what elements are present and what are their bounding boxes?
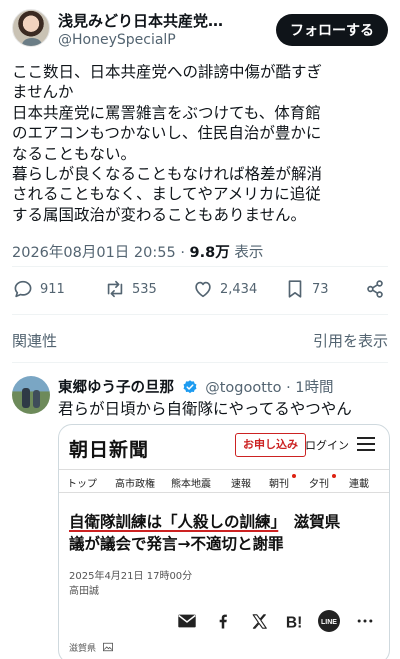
- bookmark-count: 73: [312, 281, 329, 297]
- news-nav-item: 高市政権: [115, 479, 155, 490]
- news-nav-bar: トップ 高市政権 熊本地震 速報 朝刊 夕刊 連載: [59, 469, 389, 493]
- tweet-meta: 2026年08月01日 20:55 · 9.8万 表示: [12, 241, 263, 262]
- author-avatar[interactable]: [12, 9, 50, 47]
- image-icon: [102, 642, 113, 652]
- verified-badge-icon: [183, 380, 197, 394]
- news-nav-item: 速報: [231, 479, 251, 490]
- line-icon: LINE: [317, 609, 341, 633]
- x-icon: [247, 609, 271, 633]
- divider: [12, 362, 388, 363]
- update-dot-icon: [292, 474, 296, 478]
- hatena-icon: B!: [283, 609, 307, 633]
- reply-icon: [14, 280, 32, 298]
- view-count: 9.8万: [189, 245, 230, 261]
- divider: [12, 266, 388, 267]
- hamburger-menu-icon: [357, 437, 375, 451]
- svg-text:LINE: LINE: [321, 619, 337, 626]
- update-dot-icon: [332, 474, 336, 478]
- divider: [12, 314, 388, 315]
- news-screenshot-card[interactable]: 朝日新聞 お申し込み ログイン トップ 高市政権 熊本地震 速報 朝刊 夕刊 連…: [58, 424, 390, 659]
- article-headline: 自衛隊訓練は「人殺しの訓練」 滋賀県 議が議会で発言→不適切と謝罪: [69, 511, 383, 555]
- follow-button[interactable]: フォローする: [276, 14, 388, 46]
- article-tag-label: 滋賀県: [69, 644, 97, 654]
- author-name[interactable]: 浅見みどり日本共産党…: [58, 10, 258, 31]
- views-label: 表示: [234, 245, 264, 261]
- bookmark-icon: [288, 280, 302, 298]
- reply-count: 911: [40, 281, 65, 297]
- headline-line-1-tail: 滋賀県: [278, 513, 341, 531]
- reply-author-handle[interactable]: @togootto: [205, 380, 281, 396]
- article-tag: 滋賀県: [69, 641, 113, 654]
- meta-separator: ·: [180, 245, 185, 261]
- like-button[interactable]: 2,434: [192, 276, 257, 302]
- reply-text: 君らが日頃から自衛隊にやってるやつやん: [58, 400, 352, 418]
- action-bar: 911 535 2,434 73: [12, 276, 388, 302]
- subscribe-button: お申し込み: [235, 433, 306, 457]
- news-nav-item: 連載: [349, 479, 369, 490]
- heart-icon: [195, 281, 211, 298]
- tweet-header: 浅見みどり日本共産党… @HoneySpecialP フォローする: [12, 8, 388, 52]
- reply-time[interactable]: · 1時間: [286, 380, 333, 396]
- tweet-timestamp[interactable]: 2026年08月01日 20:55: [12, 245, 176, 261]
- newspaper-logo: 朝日新聞: [69, 439, 150, 461]
- bookmark-button[interactable]: 73: [284, 276, 329, 302]
- headline-line-2: 議が議会で発言→不適切と謝罪: [69, 535, 284, 553]
- facebook-icon: [211, 609, 235, 633]
- svg-text:B!: B!: [286, 614, 302, 631]
- share-icon: [367, 280, 383, 298]
- retweet-button[interactable]: 535: [104, 276, 157, 302]
- related-heading[interactable]: 関連性: [12, 330, 57, 351]
- article-author: 高田誠: [69, 586, 99, 597]
- news-nav-item: 夕刊: [309, 479, 329, 490]
- news-nav-item: 朝刊: [269, 479, 289, 490]
- more-icon: [353, 609, 377, 633]
- reply-author-name[interactable]: 東郷ゆう子の旦那: [58, 380, 174, 396]
- author-handle[interactable]: @HoneySpecialP: [58, 32, 176, 48]
- reply-header: 東郷ゆう子の旦那 @togootto · 1時間: [58, 376, 334, 397]
- like-count: 2,434: [220, 281, 258, 297]
- article-date: 2025年4月21日 17時00分: [69, 571, 193, 582]
- share-button[interactable]: [364, 276, 392, 302]
- view-quotes-link[interactable]: 引用を表示: [313, 330, 388, 351]
- reply-avatar[interactable]: [12, 376, 50, 414]
- news-nav-item: トップ: [67, 479, 97, 490]
- article-share-row: B! LINE: [175, 609, 381, 633]
- mail-icon: [175, 609, 199, 633]
- reply-button[interactable]: 911: [12, 276, 65, 302]
- retweet-icon: [107, 280, 123, 298]
- headline-line-1: 自衛隊訓練は「人殺しの訓練」: [69, 513, 279, 531]
- tweet-text: ここ数日、日本共産党への誹謗中傷が酷すぎ ませんか 日本共産党に罵詈雑言をぶつけ…: [12, 63, 323, 224]
- news-nav-item: 熊本地震: [171, 479, 211, 490]
- login-link: ログイン: [305, 439, 349, 452]
- retweet-count: 535: [132, 281, 157, 297]
